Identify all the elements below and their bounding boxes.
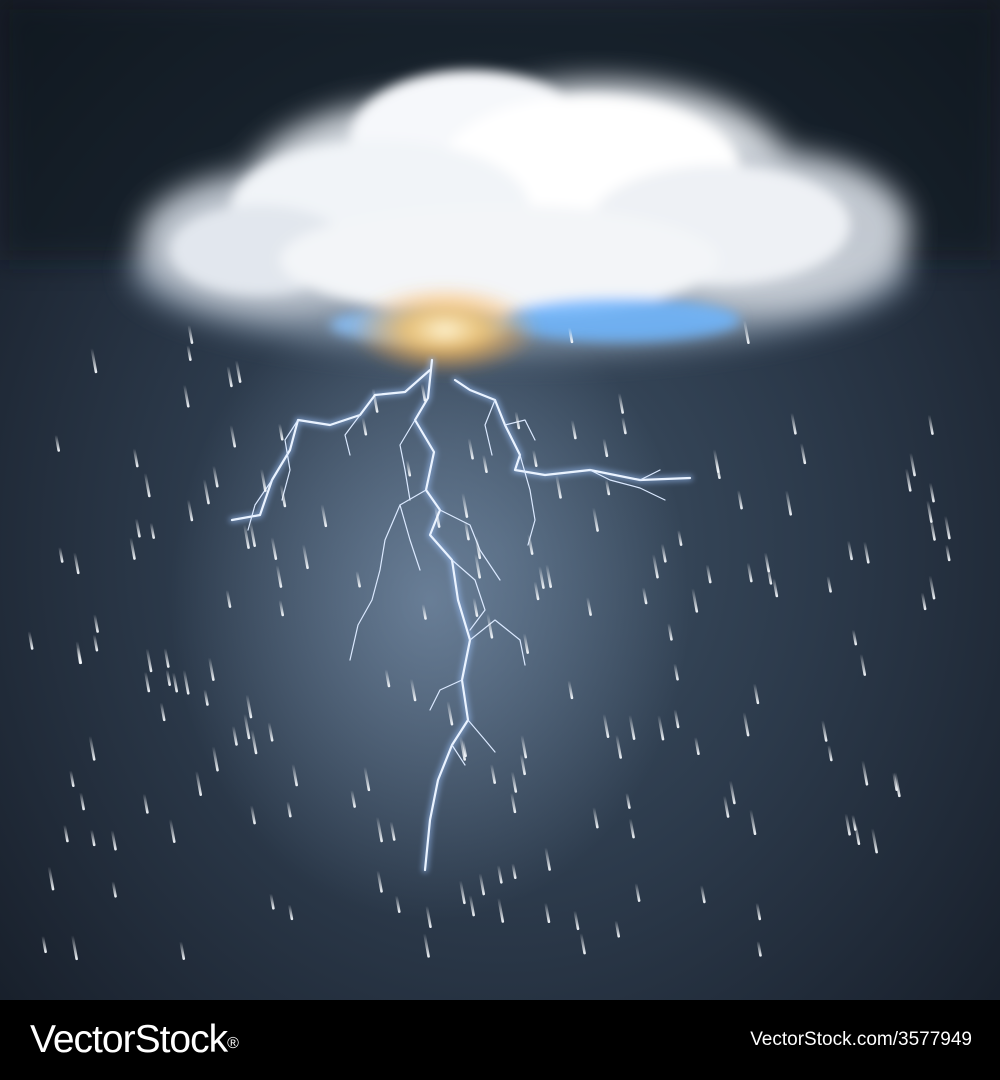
raindrop [79, 791, 85, 811]
raindrop [749, 808, 757, 836]
storm-illustration [0, 0, 1000, 1000]
raindrop [163, 647, 170, 668]
raindrop [705, 563, 712, 584]
raindrop [844, 812, 851, 836]
raindrop [928, 481, 935, 503]
raindrop [111, 880, 117, 898]
vectorstock-logo: VectorStock® [30, 1016, 239, 1064]
raindrop [179, 940, 186, 960]
lightning-flash-glow [350, 285, 540, 375]
raindrop [920, 591, 927, 611]
raindrop [73, 551, 80, 575]
raindrop [614, 919, 621, 938]
raindrop [172, 671, 179, 693]
raindrop [790, 411, 797, 435]
raindrop [544, 901, 551, 924]
raindrop [143, 471, 151, 498]
brand-name: VectorStock [30, 1018, 228, 1061]
raindrop [71, 934, 78, 961]
raindrop [634, 882, 641, 902]
raindrop [93, 613, 99, 633]
raindrop [800, 442, 807, 465]
raindrop [691, 587, 699, 613]
raindrop [88, 734, 96, 761]
raindrop [41, 934, 47, 954]
raindrop [110, 829, 117, 851]
raindrop [737, 489, 743, 510]
raindrop [772, 577, 779, 598]
raindrop [579, 932, 586, 955]
raindrop [871, 827, 878, 854]
raindrop [847, 539, 853, 561]
raindrop [58, 546, 64, 563]
storm-svg [0, 0, 1000, 961]
raindrop [905, 467, 912, 492]
raindrop [944, 514, 951, 540]
raindrop [859, 652, 867, 676]
raindrop [63, 823, 69, 843]
raindrop [92, 633, 99, 652]
raindrop [927, 413, 934, 435]
raindrop [826, 574, 832, 593]
raindrop [183, 383, 190, 408]
raindrop [700, 884, 706, 904]
raindrop [861, 759, 869, 786]
raindrop [27, 630, 34, 650]
raindrop [723, 794, 730, 818]
raindrop [928, 574, 936, 600]
raindrop [853, 822, 861, 845]
raindrop [945, 543, 951, 562]
raindrop [159, 701, 166, 722]
raindrop [132, 447, 139, 468]
raindrop [756, 939, 762, 957]
raindrop [69, 769, 75, 788]
raindrop [149, 521, 155, 539]
raindrop [766, 565, 773, 585]
raindrop [76, 646, 82, 665]
raindrop [187, 323, 194, 344]
raindrop [195, 769, 203, 796]
raindrop [54, 433, 60, 452]
raindrop [628, 817, 635, 839]
raindrop [134, 517, 141, 538]
raindrop [186, 344, 192, 361]
raindrop [729, 779, 736, 805]
raindrop [145, 647, 153, 673]
raindrop [144, 670, 151, 693]
raindrop [288, 903, 294, 921]
registered-mark: ® [227, 1035, 239, 1052]
raindrop [742, 711, 750, 737]
raindrop [269, 892, 275, 910]
raindrop [755, 901, 762, 921]
raindrop [573, 909, 580, 931]
watermark-footer: VectorStock® VectorStock.com/3577949 [0, 1000, 1000, 1080]
raindrop [168, 818, 176, 843]
raindrop [90, 347, 98, 374]
raindrop [142, 792, 149, 814]
raindrop [129, 536, 136, 560]
raindrop [785, 489, 793, 516]
image-credit: VectorStock.com/3577949 [750, 1029, 972, 1050]
raindrop [165, 668, 171, 686]
raindrop [821, 719, 828, 742]
raindrop [929, 516, 936, 541]
raindrop [90, 828, 96, 847]
raindrop [423, 932, 430, 958]
raindrop [851, 628, 858, 646]
raindrop [673, 708, 680, 729]
raindrop [47, 865, 55, 891]
raindrop [863, 540, 870, 564]
raindrop [827, 743, 833, 762]
raindrop [909, 451, 916, 477]
raindrop [753, 682, 760, 705]
raindrop [694, 735, 700, 756]
raindrop [235, 359, 242, 383]
raindrop [226, 364, 233, 388]
raindrop [746, 561, 753, 583]
